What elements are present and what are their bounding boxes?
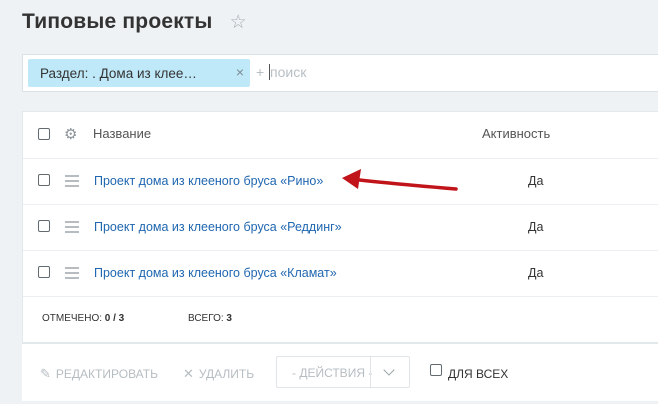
projects-grid: ⚙ Название Активность Проект дома из кле… xyxy=(22,111,658,343)
selected-counter: ОТМЕЧЕНО: 0 / 3 xyxy=(42,313,124,324)
total-counter: ВСЕГО: 3 xyxy=(188,313,232,324)
page-header: Типовые проекты ☆ xyxy=(22,10,247,34)
project-name-link[interactable]: Проект дома из клееного бруса «Рино» xyxy=(94,174,323,188)
row-menu-icon[interactable] xyxy=(65,221,79,236)
row-checkbox[interactable] xyxy=(38,174,50,186)
close-icon[interactable]: × xyxy=(236,64,244,80)
action-toolbar: ✎ РЕДАКТИРОВАТЬ ✕ УДАЛИТЬ - ДЕЙСТВИЯ - Д… xyxy=(22,343,658,401)
project-name-link[interactable]: Проект дома из клееного бруса «Кламат» xyxy=(94,266,337,280)
for-all-checkbox[interactable] xyxy=(430,364,442,376)
active-value: Да xyxy=(528,174,544,188)
delete-button[interactable]: ✕ УДАЛИТЬ xyxy=(183,366,254,382)
active-value: Да xyxy=(528,220,544,234)
column-header-active[interactable]: Активность xyxy=(482,126,550,141)
selected-label: ОТМЕЧЕНО: xyxy=(42,313,102,324)
table-row[interactable]: Проект дома из клееного бруса «Рино» Да xyxy=(23,158,658,205)
select-all-checkbox[interactable] xyxy=(38,128,50,140)
active-value: Да xyxy=(528,266,544,280)
pencil-icon: ✎ xyxy=(40,366,51,381)
filter-bar[interactable]: Раздел: . Дома из клее… × + xyxy=(22,54,658,92)
page-title: Типовые проекты xyxy=(22,10,213,33)
row-checkbox[interactable] xyxy=(38,220,50,232)
edit-label: РЕДАКТИРОВАТЬ xyxy=(55,367,158,381)
gear-icon[interactable]: ⚙ xyxy=(64,125,77,143)
plus-icon: + xyxy=(256,64,265,80)
actions-label: - ДЕЙСТВИЯ - xyxy=(292,366,373,380)
row-menu-icon[interactable] xyxy=(65,267,79,282)
chevron-down-icon[interactable] xyxy=(370,357,409,387)
table-row[interactable]: Проект дома из клееного бруса «Реддинг» … xyxy=(23,204,658,251)
filter-chip-label: Раздел: . Дома из клее… xyxy=(40,66,197,81)
grid-header-row: ⚙ Название Активность xyxy=(23,112,658,159)
selected-value: 0 / 3 xyxy=(104,313,125,324)
total-value: 3 xyxy=(226,313,232,324)
column-header-name[interactable]: Название xyxy=(93,126,151,141)
edit-button[interactable]: ✎ РЕДАКТИРОВАТЬ xyxy=(40,366,158,382)
actions-dropdown[interactable]: - ДЕЙСТВИЯ - xyxy=(276,356,410,388)
search-input[interactable] xyxy=(269,64,470,80)
delete-label: УДАЛИТЬ xyxy=(198,367,255,381)
row-menu-icon[interactable] xyxy=(65,175,79,190)
star-icon[interactable]: ☆ xyxy=(230,13,247,32)
filter-chip-section[interactable]: Раздел: . Дома из клее… × xyxy=(28,59,250,87)
row-checkbox[interactable] xyxy=(38,266,50,278)
for-all-label: ДЛЯ ВСЕХ xyxy=(448,367,509,381)
table-row[interactable]: Проект дома из клееного бруса «Кламат» Д… xyxy=(23,250,658,297)
project-name-link[interactable]: Проект дома из клееного бруса «Реддинг» xyxy=(94,220,342,234)
total-label: ВСЕГО: xyxy=(188,313,224,324)
delete-icon: ✕ xyxy=(183,366,194,381)
